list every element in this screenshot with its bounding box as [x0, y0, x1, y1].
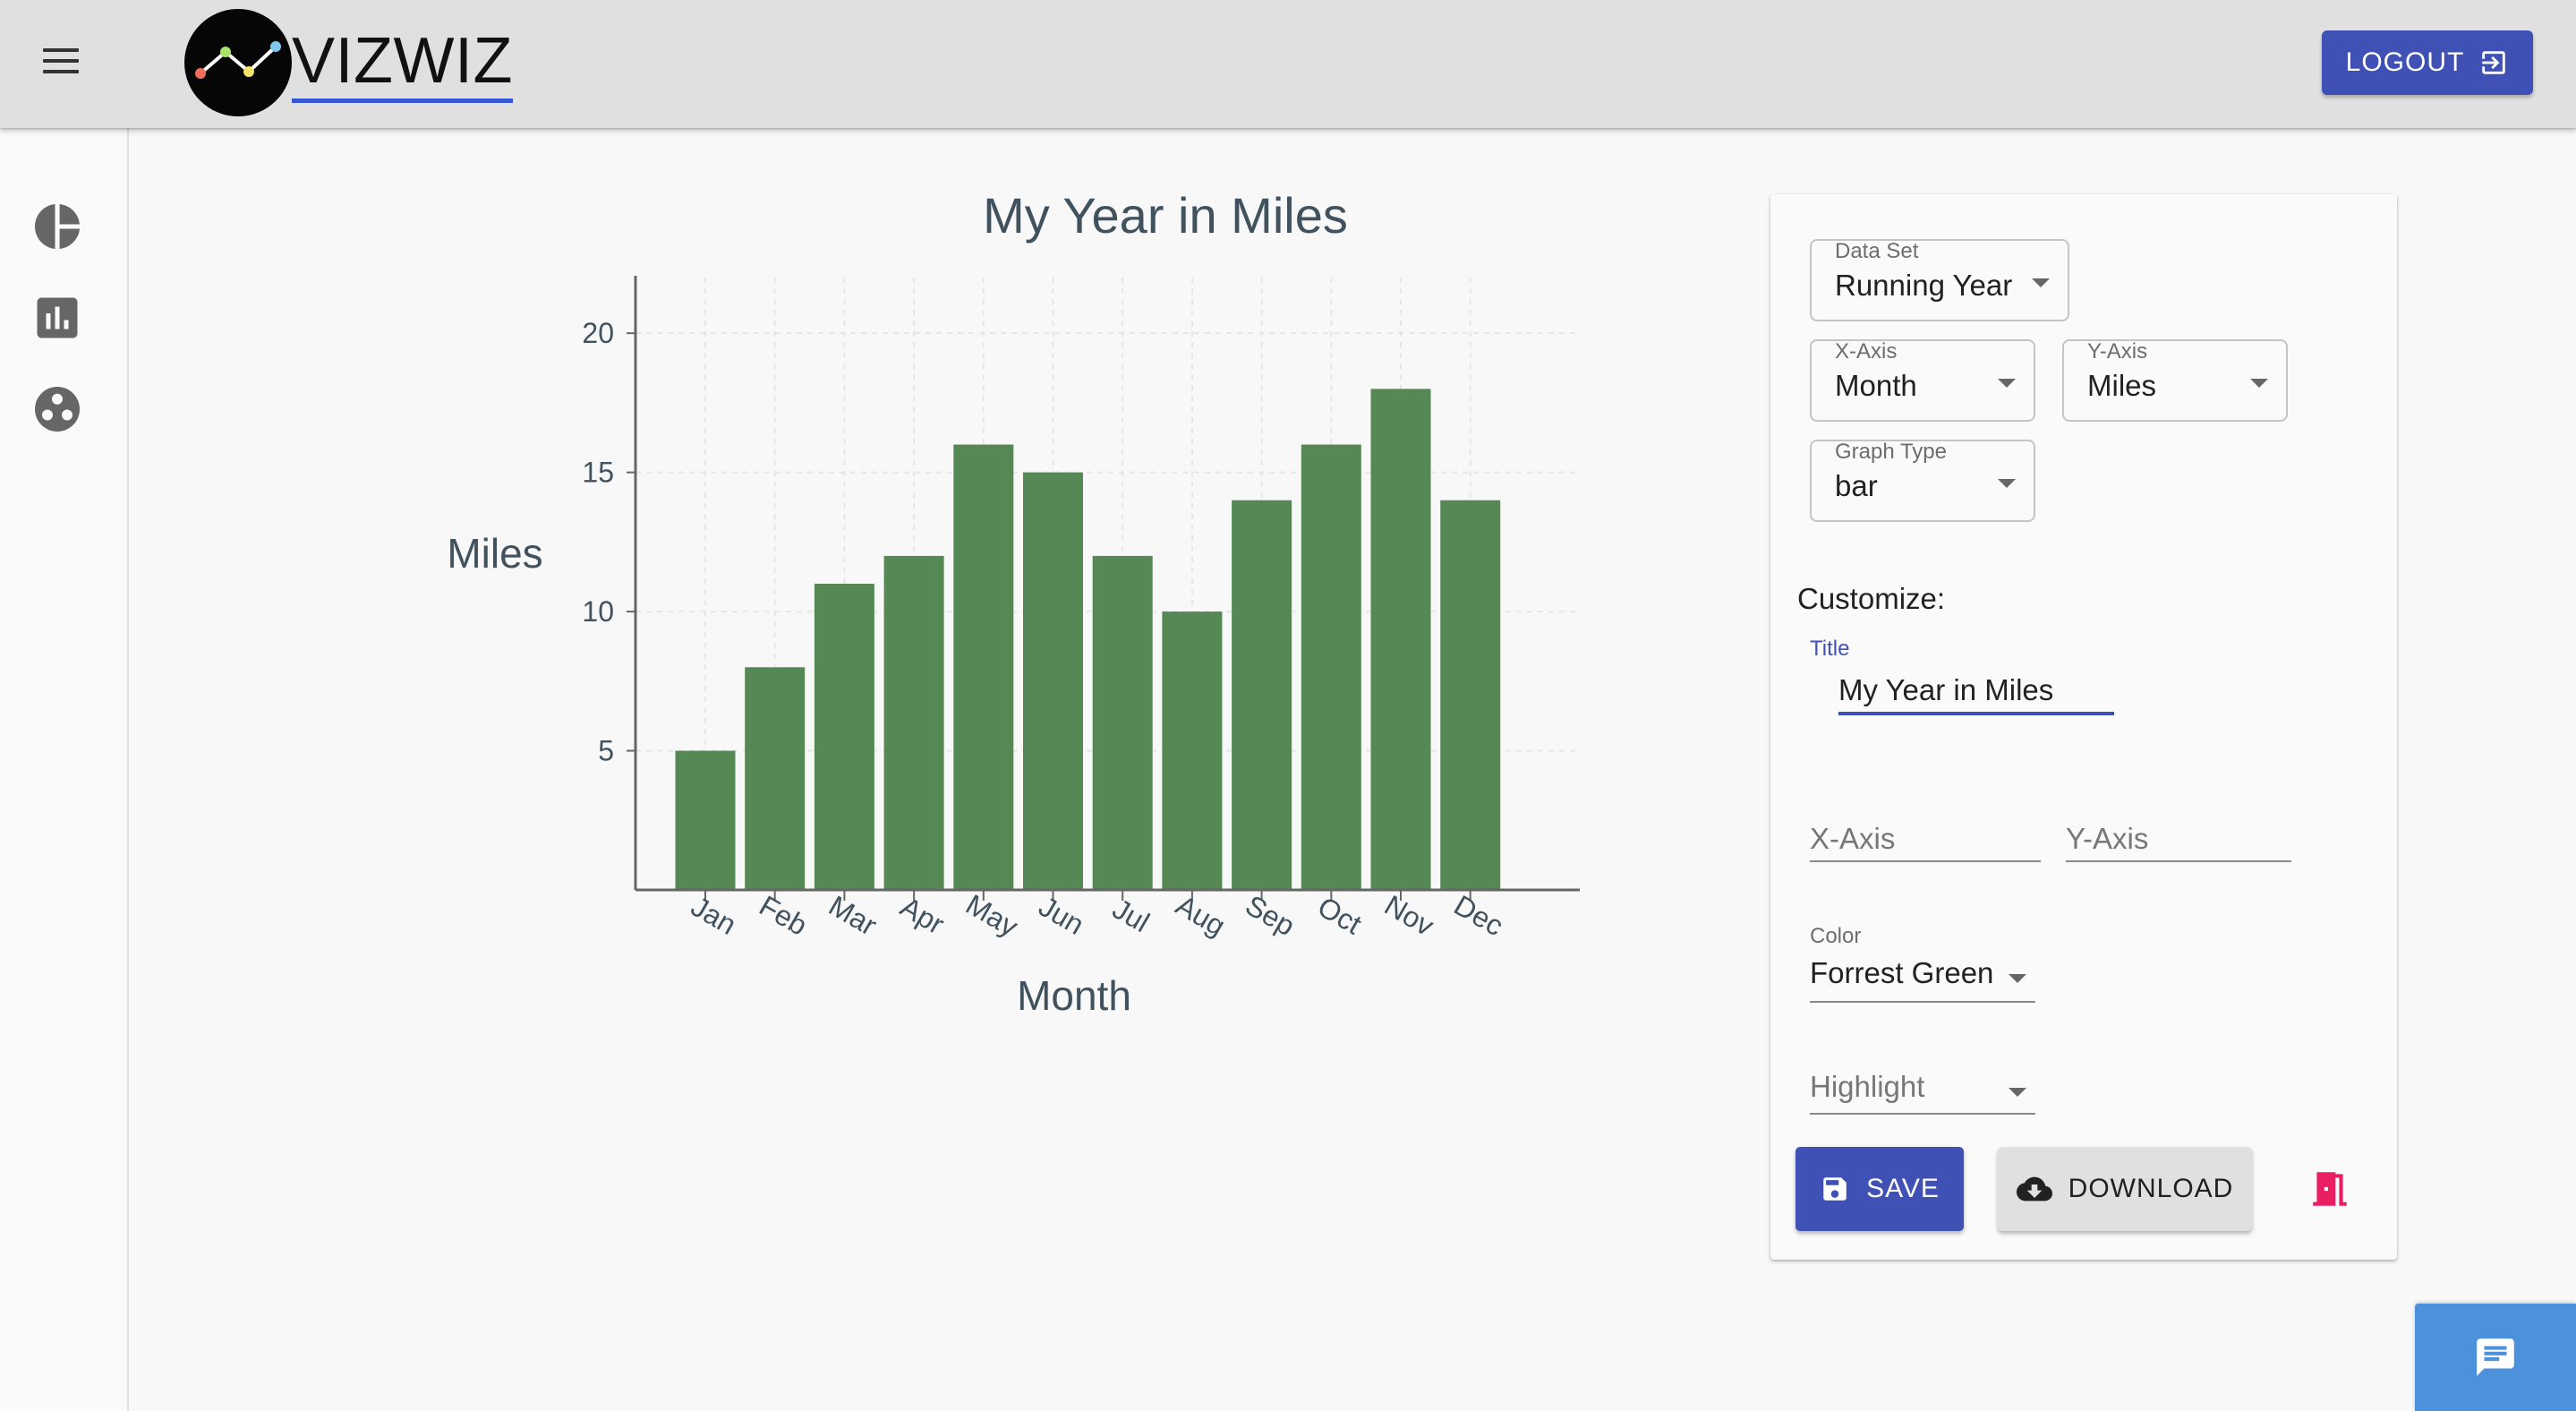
chart-bars	[675, 389, 1501, 890]
y-axis-title: Miles	[447, 530, 542, 577]
color-select-label: Color	[1810, 924, 1862, 948]
bar-nov	[1370, 389, 1431, 890]
bar-jan	[675, 750, 736, 890]
bar-jul	[1092, 555, 1153, 890]
title-input[interactable]	[1838, 669, 2114, 715]
y-tick-label: 5	[598, 735, 614, 767]
logo-icon[interactable]	[184, 9, 292, 116]
chevron-down-icon	[2009, 974, 2026, 983]
highlight-select[interactable]: Highlight	[1810, 1063, 2035, 1115]
color-select-value: Forrest Green	[1810, 956, 1994, 989]
y-tick-label: 10	[582, 595, 614, 628]
bar-sep	[1232, 500, 1292, 890]
chat-button[interactable]	[2415, 1304, 2576, 1411]
logout-button[interactable]: LOGOUT	[2322, 30, 2533, 95]
x-tick-label: Feb	[754, 889, 813, 942]
x-tick-label: Mar	[823, 889, 883, 942]
chevron-down-icon	[2250, 379, 2268, 388]
y-axis-select[interactable]: Y-Axis Miles	[2062, 339, 2288, 422]
pie-chart-icon[interactable]	[30, 200, 84, 253]
chevron-down-icon	[1998, 379, 2016, 388]
bar-aug	[1162, 611, 1223, 890]
bubble-chart-icon[interactable]	[30, 382, 84, 436]
graph-options-panel: Data Set Running Year X-Axis Month Y-Axi…	[1770, 194, 2397, 1260]
y-axis-select-value: Miles	[2087, 369, 2157, 402]
exit-door-icon[interactable]	[2307, 1167, 2352, 1211]
x-tick-label: Aug	[1171, 889, 1231, 943]
color-select[interactable]: Color Forrest Green	[1810, 924, 2035, 1003]
chart-title: My Year in Miles	[983, 187, 1348, 244]
x-axis-select-label: X-Axis	[1835, 339, 1898, 363]
download-label: DOWNLOAD	[2068, 1174, 2234, 1203]
highlight-select-placeholder: Highlight	[1810, 1070, 1925, 1103]
dataset-select-value: Running Year	[1835, 269, 2013, 302]
bar-chart-icon[interactable]	[30, 291, 84, 345]
chevron-down-icon	[2009, 1088, 2026, 1097]
bar-feb	[745, 667, 806, 890]
graph-type-select-value: bar	[1835, 469, 1878, 502]
x-tick-label: May	[960, 888, 1023, 943]
y-axis-label-input[interactable]	[2066, 817, 2291, 862]
x-tick-label: Oct	[1312, 890, 1367, 940]
title-field-label: Title	[1810, 637, 1850, 661]
y-axis-select-label: Y-Axis	[2087, 339, 2148, 363]
graph-type-select-label: Graph Type	[1835, 440, 1947, 464]
bar-chart: My Year in Miles 5 10 15 20 Jan Feb Mar Apr May…	[447, 187, 1580, 1019]
x-axis-title: Month	[1017, 972, 1131, 1019]
bar-apr	[883, 555, 944, 890]
x-axis-select-value: Month	[1835, 369, 1917, 402]
customize-heading: Customize:	[1797, 582, 1946, 615]
x-tick-label: Jun	[1034, 890, 1090, 941]
x-axis-label-input[interactable]	[1810, 817, 2041, 862]
x-tick-label: Jan	[686, 890, 742, 941]
y-axis-ticks: 5 10 15 20	[582, 317, 635, 767]
x-tick-label: Dec	[1449, 889, 1509, 943]
cloud-download-icon	[2016, 1176, 2052, 1201]
graph-type-select[interactable]: Graph Type bar	[1810, 440, 2035, 522]
x-tick-label: Jul	[1107, 893, 1155, 939]
save-button[interactable]: SAVE	[1796, 1147, 1964, 1231]
x-axis-select[interactable]: X-Axis Month	[1810, 339, 2035, 422]
y-tick-label: 15	[582, 457, 614, 489]
chat-icon	[2477, 1338, 2514, 1376]
side-rail	[0, 128, 129, 1411]
exit-to-app-icon	[2482, 51, 2506, 74]
brand-link[interactable]: VIZWIZ	[292, 23, 513, 103]
x-axis-ticks: Jan Feb Mar Apr May Jun Jul Aug Sep Oct Nov Dec	[686, 888, 1509, 943]
chevron-down-icon	[1998, 479, 2016, 488]
app-bar: VIZWIZ LOGOUT	[0, 0, 2576, 128]
hamburger-menu-icon[interactable]	[43, 48, 79, 77]
bar-jun	[1023, 472, 1083, 890]
chevron-down-icon	[2032, 278, 2050, 287]
download-button[interactable]: DOWNLOAD	[1998, 1147, 2252, 1231]
x-tick-label: Sep	[1240, 889, 1300, 943]
dataset-select[interactable]: Data Set Running Year	[1810, 239, 2069, 321]
bar-oct	[1301, 444, 1361, 890]
save-label: SAVE	[1866, 1174, 1940, 1203]
bar-mar	[814, 584, 874, 890]
bar-may	[953, 444, 1014, 890]
dataset-select-label: Data Set	[1835, 239, 1919, 263]
y-tick-label: 20	[582, 317, 614, 349]
x-tick-label: Nov	[1379, 889, 1439, 943]
bar-dec	[1440, 500, 1501, 890]
save-icon	[1823, 1177, 1847, 1201]
logout-label: LOGOUT	[2345, 47, 2465, 77]
x-tick-label: Apr	[895, 890, 950, 940]
